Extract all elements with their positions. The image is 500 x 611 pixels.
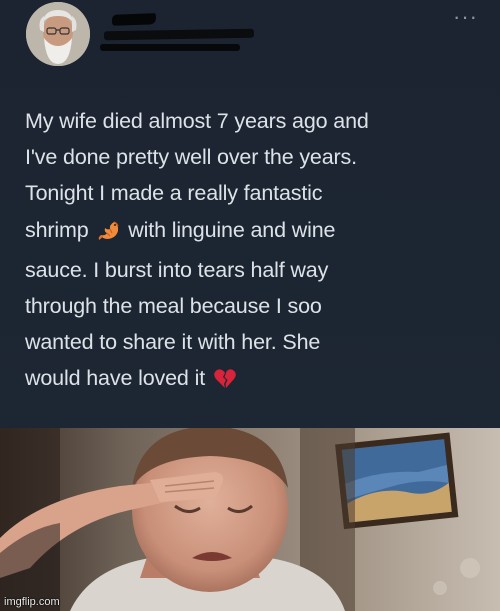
redacted-handle — [100, 44, 240, 51]
tweet-card: ··· My wife died almost 7 years ago and … — [0, 0, 500, 428]
tweet-line: through the meal because I soo — [25, 294, 322, 319]
redacted-display-name — [111, 13, 157, 26]
tweet-line: sauce. I burst into tears half way — [25, 257, 329, 282]
tweet-line: wanted to share it with her. She — [25, 330, 321, 355]
tweet-line-rest: with linguine and wine — [128, 217, 336, 242]
imgflip-watermark: imgflip.com — [4, 596, 60, 608]
saluting-man-photo: imgflip.com — [0, 428, 500, 611]
shrimp-word: shrimp — [25, 217, 89, 242]
tweet-line-last: would have loved it — [25, 366, 206, 391]
tweet-text: My wife died almost 7 years ago and I've… — [25, 103, 495, 401]
tweet-line: shrimp with linguine and wine — [25, 212, 495, 252]
tweet-line: Tonight I made a really fantastic — [25, 181, 323, 206]
more-options-icon[interactable]: ··· — [453, 6, 478, 28]
shrimp-emoji-icon — [96, 216, 120, 252]
redacted-username — [103, 28, 255, 41]
meme-image: ··· My wife died almost 7 years ago and … — [0, 0, 500, 611]
tweet-line: My wife died almost 7 years ago and — [25, 109, 369, 133]
tweet-line: would have loved it — [25, 360, 495, 400]
avatar[interactable] — [26, 2, 90, 66]
tweet-line: I've done pretty well over the years. — [25, 145, 357, 170]
broken-heart-emoji-icon — [213, 364, 237, 400]
